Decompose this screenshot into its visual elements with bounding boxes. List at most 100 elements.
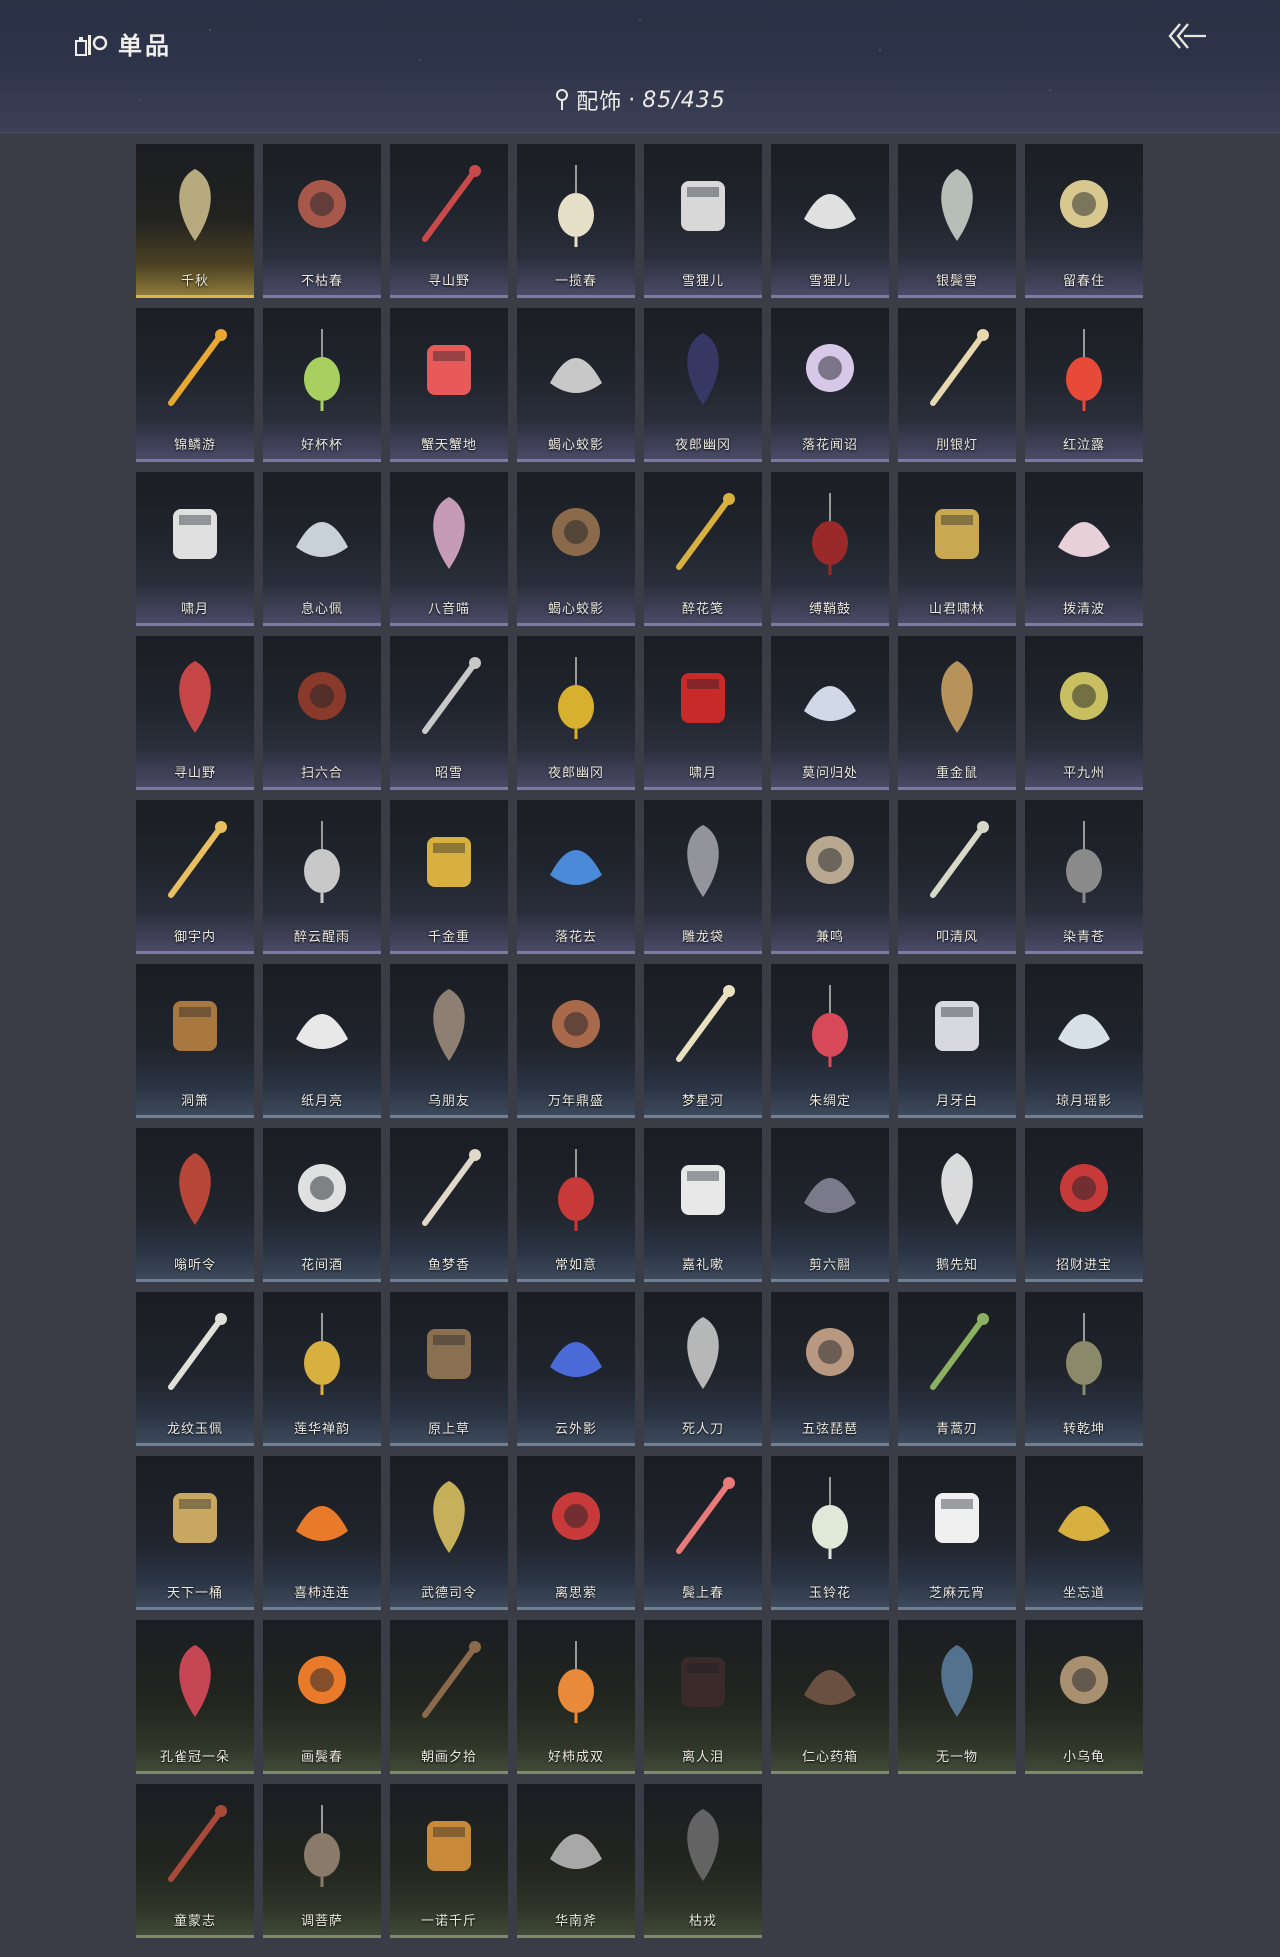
item-tile[interactable]: 重金鼠 bbox=[898, 636, 1016, 790]
item-label: 乌朋友 bbox=[427, 1094, 470, 1109]
cat-doll-icon bbox=[404, 482, 494, 582]
item-tile[interactable]: 染青苍 bbox=[1025, 800, 1143, 954]
item-tile[interactable]: 月牙白 bbox=[898, 964, 1016, 1118]
item-tile[interactable]: 乌朋友 bbox=[390, 964, 508, 1118]
item-tile[interactable]: 息心佩 bbox=[263, 472, 381, 626]
item-tile[interactable]: 好杯杯 bbox=[263, 308, 381, 462]
item-tile[interactable]: 好柿成双 bbox=[517, 1620, 635, 1774]
item-tile[interactable]: 洞箫 bbox=[136, 964, 254, 1118]
item-tile[interactable]: 朝画夕拾 bbox=[390, 1620, 508, 1774]
item-tile[interactable]: 刖银灯 bbox=[898, 308, 1016, 462]
item-tile[interactable]: 离人泪 bbox=[644, 1620, 762, 1774]
item-tile[interactable]: 千金重 bbox=[390, 800, 508, 954]
item-tile[interactable]: 琼月瑶影 bbox=[1025, 964, 1143, 1118]
item-tile[interactable]: 嗡听令 bbox=[136, 1128, 254, 1282]
item-tile[interactable]: 寻山野 bbox=[390, 144, 508, 298]
item-tile[interactable]: 平九州 bbox=[1025, 636, 1143, 790]
item-tile[interactable]: 醉花笺 bbox=[644, 472, 762, 626]
item-tile[interactable]: 蝎心蛟影 bbox=[517, 472, 635, 626]
item-tile[interactable]: 锦鳞游 bbox=[136, 308, 254, 462]
item-tile[interactable]: 莲华禅韵 bbox=[263, 1292, 381, 1446]
item-tile[interactable]: 醉云醒雨 bbox=[263, 800, 381, 954]
item-tile[interactable]: 青蒿刃 bbox=[898, 1292, 1016, 1446]
item-tile[interactable]: 朱绸定 bbox=[771, 964, 889, 1118]
item-tile[interactable]: 天下一桶 bbox=[136, 1456, 254, 1610]
item-tile[interactable]: 一诺千斤 bbox=[390, 1784, 508, 1938]
item-tile[interactable]: 夜郎幽冈 bbox=[517, 636, 635, 790]
item-tile[interactable]: 云外影 bbox=[517, 1292, 635, 1446]
item-tile[interactable]: 雪狸儿 bbox=[644, 144, 762, 298]
item-tile[interactable]: 八音喵 bbox=[390, 472, 508, 626]
item-tile[interactable]: 鬓上春 bbox=[644, 1456, 762, 1610]
item-tile[interactable]: 龙纹玉佩 bbox=[136, 1292, 254, 1446]
item-tile[interactable]: 蝎心蛟影 bbox=[517, 308, 635, 462]
item-tile[interactable]: 离思萦 bbox=[517, 1456, 635, 1610]
item-tile[interactable]: 拨清波 bbox=[1025, 472, 1143, 626]
back-button[interactable] bbox=[1164, 18, 1212, 54]
item-label: 山君啸林 bbox=[928, 602, 985, 617]
item-tile[interactable]: 啸月 bbox=[644, 636, 762, 790]
item-tile[interactable]: 剪六翮 bbox=[771, 1128, 889, 1282]
item-label: 离思萦 bbox=[554, 1586, 597, 1601]
item-tile[interactable]: 画鬓春 bbox=[263, 1620, 381, 1774]
item-tile[interactable]: 华南斧 bbox=[517, 1784, 635, 1938]
item-tile[interactable]: 常如意 bbox=[517, 1128, 635, 1282]
item-tile[interactable]: 雪狸儿 bbox=[771, 144, 889, 298]
item-tile[interactable]: 莫问归处 bbox=[771, 636, 889, 790]
item-tile[interactable]: 纸月亮 bbox=[263, 964, 381, 1118]
item-tile[interactable]: 御宇内 bbox=[136, 800, 254, 954]
item-tile[interactable]: 玉铃花 bbox=[771, 1456, 889, 1610]
item-tile[interactable]: 无一物 bbox=[898, 1620, 1016, 1774]
item-label: 常如意 bbox=[554, 1258, 597, 1273]
item-tile[interactable]: 武德司令 bbox=[390, 1456, 508, 1610]
item-tile[interactable]: 蟹天蟹地 bbox=[390, 308, 508, 462]
lotus-icon-art bbox=[304, 1313, 340, 1395]
item-tile[interactable]: 夜郎幽冈 bbox=[644, 308, 762, 462]
item-tile[interactable]: 红泣露 bbox=[1025, 308, 1143, 462]
item-tile[interactable]: 山君啸林 bbox=[898, 472, 1016, 626]
brand: 单品 bbox=[74, 26, 172, 61]
item-tile[interactable]: 兼鸣 bbox=[771, 800, 889, 954]
wind-chime-icon-art bbox=[304, 821, 340, 903]
item-tile[interactable]: 鱼梦香 bbox=[390, 1128, 508, 1282]
item-tile[interactable]: 雕龙袋 bbox=[644, 800, 762, 954]
item-label: 芝麻元宵 bbox=[928, 1586, 985, 1601]
item-tile[interactable]: 花间酒 bbox=[263, 1128, 381, 1282]
item-tile[interactable]: 不枯春 bbox=[263, 144, 381, 298]
item-tile[interactable]: 扫六合 bbox=[263, 636, 381, 790]
flower-basket-icon bbox=[531, 154, 621, 254]
item-tile[interactable]: 小乌龟 bbox=[1025, 1620, 1143, 1774]
item-tile[interactable]: 昭雪 bbox=[390, 636, 508, 790]
item-tile[interactable]: 鹅先知 bbox=[898, 1128, 1016, 1282]
item-tile[interactable]: 银鬓雪 bbox=[898, 144, 1016, 298]
item-tile[interactable]: 坐忘道 bbox=[1025, 1456, 1143, 1610]
item-tile[interactable]: 孔雀冠一朵 bbox=[136, 1620, 254, 1774]
item-tile[interactable]: 芝麻元宵 bbox=[898, 1456, 1016, 1610]
item-tile[interactable]: 落花去 bbox=[517, 800, 635, 954]
item-tile[interactable]: 叩清风 bbox=[898, 800, 1016, 954]
item-tile[interactable]: 啸月 bbox=[136, 472, 254, 626]
item-tile[interactable]: 招财进宝 bbox=[1025, 1128, 1143, 1282]
item-tile[interactable]: 仁心药箱 bbox=[771, 1620, 889, 1774]
item-label: 一诺千斤 bbox=[420, 1914, 477, 1929]
paper-moon-icon bbox=[277, 974, 367, 1074]
tassel-knot-icon-art bbox=[558, 1149, 594, 1231]
item-tile[interactable]: 千秋 bbox=[136, 144, 254, 298]
item-tile[interactable]: 原上草 bbox=[390, 1292, 508, 1446]
item-tile[interactable]: 万年鼎盛 bbox=[517, 964, 635, 1118]
item-tile[interactable]: 喜柿连连 bbox=[263, 1456, 381, 1610]
item-tile[interactable]: 调菩萨 bbox=[263, 1784, 381, 1938]
item-tile[interactable]: 一揽春 bbox=[517, 144, 635, 298]
item-tile[interactable]: 嘉礼嗽 bbox=[644, 1128, 762, 1282]
item-tile[interactable]: 落花闻诏 bbox=[771, 308, 889, 462]
item-tile[interactable]: 留春住 bbox=[1025, 144, 1143, 298]
item-tile[interactable]: 童蒙志 bbox=[136, 1784, 254, 1938]
item-tile[interactable]: 梦星河 bbox=[644, 964, 762, 1118]
item-tile[interactable]: 转乾坤 bbox=[1025, 1292, 1143, 1446]
item-tile[interactable]: 死人刀 bbox=[644, 1292, 762, 1446]
item-tile[interactable]: 五弦琵琶 bbox=[771, 1292, 889, 1446]
tassel-icon-art bbox=[1060, 672, 1108, 720]
item-tile[interactable]: 缚鞘鼓 bbox=[771, 472, 889, 626]
item-tile[interactable]: 枯戎 bbox=[644, 1784, 762, 1938]
item-tile[interactable]: 寻山野 bbox=[136, 636, 254, 790]
